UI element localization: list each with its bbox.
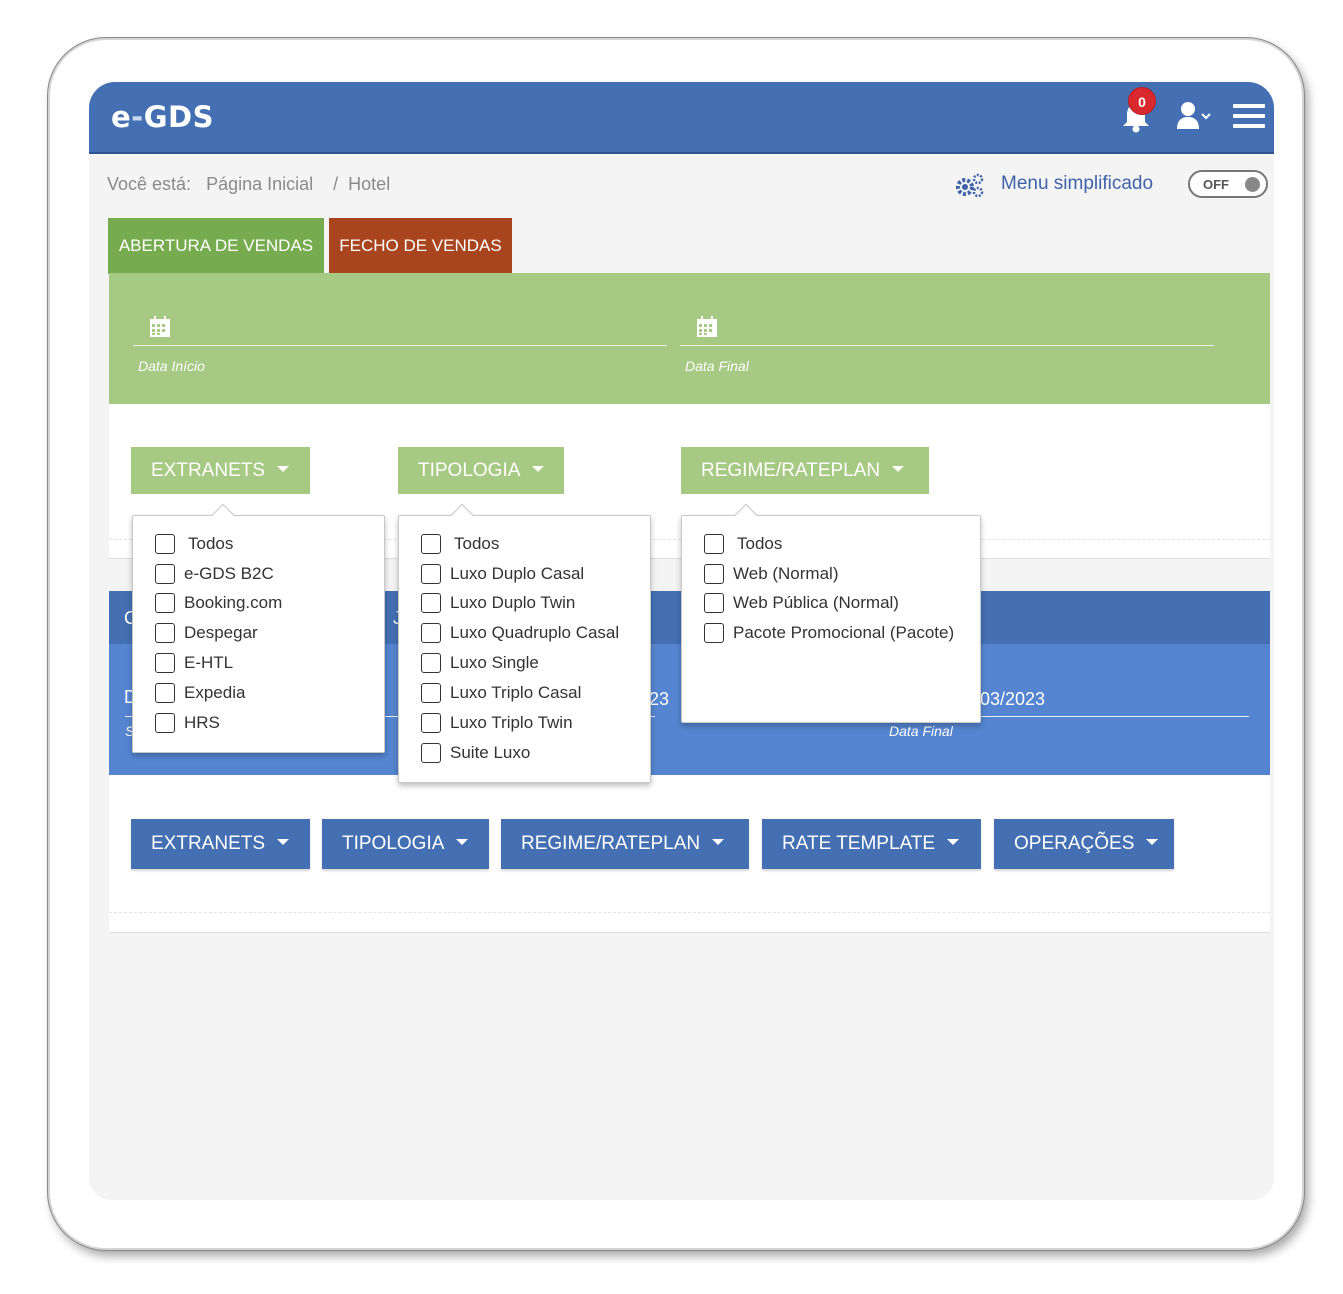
extranets-dropdown: Todos e-GDS B2C Booking.com Despegar E-H… (132, 503, 385, 753)
checkbox[interactable] (421, 743, 441, 763)
open-sales-panel: Data Início Data Final (109, 273, 1270, 404)
checkbox[interactable] (155, 593, 175, 613)
start-date-label: Data Início (138, 358, 205, 374)
checkbox[interactable] (421, 564, 441, 584)
hamburger-menu-icon[interactable] (1232, 102, 1266, 130)
divider (109, 932, 1270, 933)
toggle-state-label: OFF (1203, 177, 1229, 192)
caret-down-icon (947, 838, 960, 845)
checkbox[interactable] (704, 593, 724, 613)
rate-template-button[interactable]: RATE TEMPLATE (762, 819, 981, 869)
caret-down-icon (277, 838, 290, 845)
end-date-label: Data Final (685, 358, 749, 374)
checkbox[interactable] (155, 653, 175, 673)
checkbox[interactable] (704, 534, 724, 554)
caret-down-icon (456, 838, 469, 845)
calendar-icon (697, 316, 717, 337)
divider (109, 912, 1270, 913)
cogs-icon (956, 173, 984, 198)
caret-down-icon (277, 465, 290, 472)
tipologia-button[interactable]: TIPOLOGIA (322, 819, 489, 869)
caret-down-icon (712, 838, 725, 845)
notification-badge: 0 (1128, 87, 1156, 115)
checkbox[interactable] (421, 683, 441, 703)
tab-open-sales[interactable]: ABERTURA DE VENDAS (108, 218, 324, 274)
extranets-filter-button[interactable]: EXTRANETS (131, 447, 310, 494)
regime-button[interactable]: REGIME/RATEPLAN (501, 819, 749, 869)
regime-dropdown: Todos Web (Normal) Web Pública (Normal) … (681, 503, 981, 723)
start-date-field[interactable]: Data Início (133, 313, 667, 374)
app-screen: e-GDS 0 Você está: Página Inicial / Hotel (89, 82, 1274, 1200)
tipologia-filter-button[interactable]: TIPOLOGIA (398, 447, 564, 494)
simplified-menu-toggle[interactable]: OFF (1188, 170, 1268, 198)
checkbox[interactable] (155, 534, 175, 554)
end-date-field[interactable]: Data Final (680, 313, 1214, 374)
calendar-icon (150, 316, 170, 337)
breadcrumb-separator: / (333, 174, 339, 194)
end-date-label: Data Final (889, 723, 953, 739)
start-date-value-fragment[interactable]: 23 (649, 689, 669, 710)
breadcrumb-current: Hotel (348, 174, 391, 194)
caret-down-icon (892, 465, 905, 472)
checkbox[interactable] (421, 593, 441, 613)
tab-close-sales[interactable]: FECHO DE VENDAS (329, 218, 512, 274)
end-date-underline (680, 345, 1214, 346)
user-menu-icon[interactable] (1176, 101, 1212, 131)
checkbox[interactable] (421, 713, 441, 733)
checkbox[interactable] (704, 623, 724, 643)
checkbox[interactable] (155, 683, 175, 703)
top-navbar: e-GDS 0 (89, 82, 1274, 154)
start-date-underline (133, 345, 667, 346)
app-logo[interactable]: e-GDS (111, 100, 214, 134)
checkbox[interactable] (155, 713, 175, 733)
breadcrumb-prefix: Você está: (107, 174, 192, 194)
end-date-value[interactable]: 03/2023 (980, 689, 1045, 710)
checkbox[interactable] (421, 653, 441, 673)
breadcrumb-home-link[interactable]: Página Inicial (206, 174, 313, 194)
caret-down-icon (532, 465, 545, 472)
checkbox[interactable] (421, 623, 441, 643)
checkbox[interactable] (421, 534, 441, 554)
extranets-button[interactable]: EXTRANETS (131, 819, 310, 869)
operacoes-button[interactable]: OPERAÇÕES (994, 819, 1174, 869)
simplified-menu-label: Menu simplificado (1001, 173, 1154, 194)
checkbox[interactable] (155, 564, 175, 584)
regime-filter-button[interactable]: REGIME/RATEPLAN (681, 447, 929, 494)
checkbox[interactable] (704, 564, 724, 584)
breadcrumb: Você está: Página Inicial / Hotel (107, 174, 400, 195)
toggle-knob (1245, 177, 1260, 192)
checkbox[interactable] (155, 623, 175, 643)
caret-down-icon (1146, 838, 1159, 845)
tipologia-dropdown: Todos Luxo Duplo Casal Luxo Duplo Twin L… (398, 503, 651, 783)
